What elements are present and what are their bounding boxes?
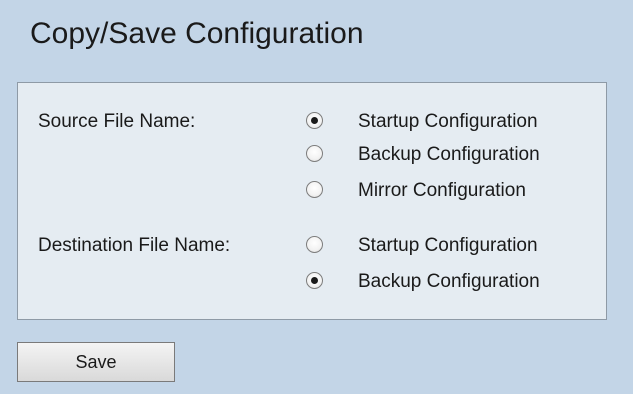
destination-option-startup[interactable]: Startup Configuration <box>306 234 596 258</box>
source-option-startup[interactable]: Startup Configuration <box>306 110 596 134</box>
source-option-mirror[interactable]: Mirror Configuration <box>306 179 596 203</box>
destination-backup-label[interactable]: Backup Configuration <box>358 270 540 294</box>
source-startup-label[interactable]: Startup Configuration <box>358 110 538 134</box>
source-backup-radio[interactable] <box>306 145 323 162</box>
destination-backup-radio[interactable] <box>306 272 323 289</box>
source-mirror-label[interactable]: Mirror Configuration <box>358 179 526 203</box>
source-mirror-radio[interactable] <box>306 181 323 198</box>
config-panel: Source File Name: Startup Configuration … <box>17 82 607 320</box>
destination-startup-radio[interactable] <box>306 236 323 253</box>
destination-startup-label[interactable]: Startup Configuration <box>358 234 538 258</box>
destination-option-backup[interactable]: Backup Configuration <box>306 270 596 294</box>
source-file-name-label: Source File Name: <box>38 111 196 132</box>
source-option-backup[interactable]: Backup Configuration <box>306 143 596 167</box>
source-startup-radio[interactable] <box>306 112 323 129</box>
destination-file-name-label: Destination File Name: <box>38 235 231 256</box>
save-button[interactable]: Save <box>17 342 175 382</box>
source-backup-label[interactable]: Backup Configuration <box>358 143 540 167</box>
page-title: Copy/Save Configuration <box>30 17 364 50</box>
